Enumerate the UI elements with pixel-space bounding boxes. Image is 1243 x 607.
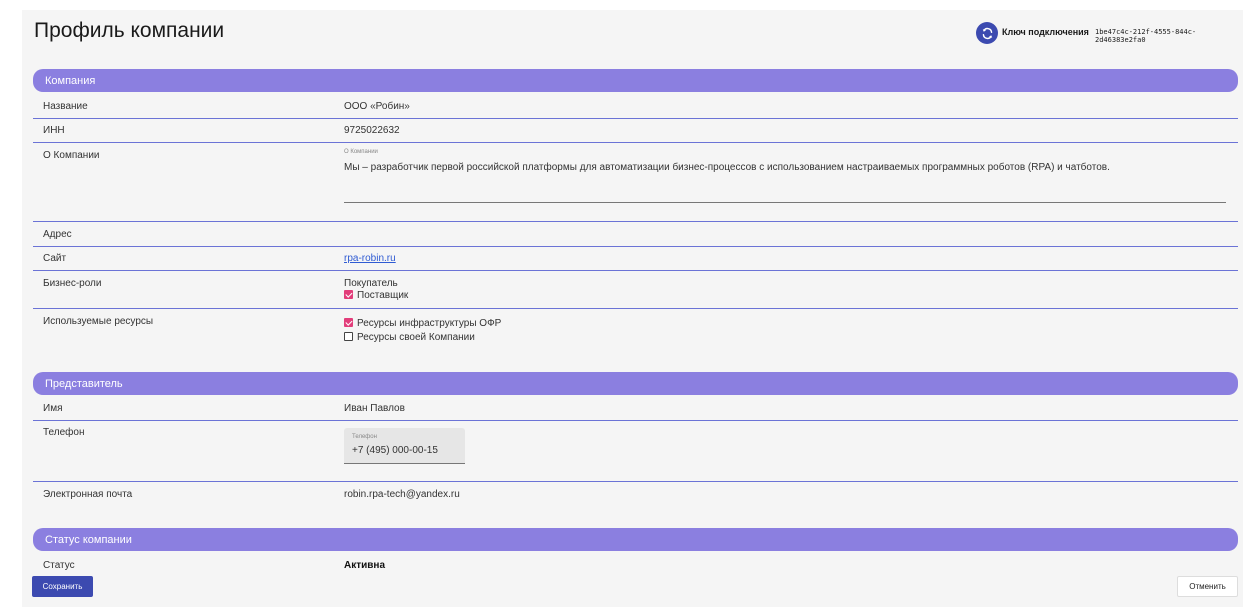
status-value: Активна: [344, 560, 386, 571]
checkbox-checked-icon: [344, 290, 353, 299]
save-button[interactable]: Сохранить: [32, 576, 93, 597]
refresh-icon: [982, 27, 992, 39]
resources-label: Используемые ресурсы: [43, 316, 154, 327]
role-supplier-label: Поставщик: [357, 290, 409, 301]
inn-label: ИНН: [43, 125, 65, 136]
representative-name-value: Иван Павлов: [344, 403, 405, 414]
page-title: Профиль компании: [34, 19, 225, 42]
about-field-caption: О Компании: [344, 149, 378, 155]
resource-infrastructure-label: Ресурсы инфраструктуры ОФР: [357, 318, 502, 329]
phone-label: Телефон: [43, 427, 85, 438]
about-label: О Компании: [43, 150, 100, 161]
company-profile-page: Профиль компании Ключ подключения 1be47c…: [22, 10, 1243, 607]
about-field-text: Мы – разработчик первой российской платф…: [344, 162, 1110, 173]
address-label: Адрес: [43, 229, 72, 240]
email-label: Электронная почта: [43, 489, 133, 500]
business-roles-label: Бизнес-роли: [43, 278, 102, 289]
resource-infrastructure-checkbox[interactable]: Ресурсы инфраструктуры ОФР: [344, 318, 501, 329]
cancel-button[interactable]: Отменить: [1177, 576, 1238, 597]
divider: [33, 481, 1238, 482]
about-company-textarea[interactable]: О Компании Мы – разработчик первой росси…: [344, 149, 1226, 203]
site-label: Сайт: [43, 253, 67, 264]
divider: [33, 118, 1238, 119]
email-value: robin.rpa-tech@yandex.ru: [344, 489, 460, 500]
divider: [33, 270, 1238, 271]
divider: [33, 142, 1238, 143]
checkbox-unchecked-icon: [344, 332, 353, 341]
divider: [33, 221, 1238, 222]
phone-field-caption: Телефон: [352, 434, 377, 440]
company-name-value: ООО «Робин»: [344, 101, 410, 112]
divider: [33, 420, 1238, 421]
phone-input[interactable]: Телефон +7 (495) 000-00-15: [344, 428, 465, 464]
resource-own-checkbox[interactable]: Ресурсы своей Компании: [344, 332, 475, 343]
divider: [33, 308, 1238, 309]
role-buyer-label: Покупатель: [344, 278, 398, 289]
section-header-company: Компания: [33, 69, 1238, 92]
site-link[interactable]: rpa-robin.ru: [344, 253, 396, 264]
connection-key-label: Ключ подключения: [1002, 27, 1089, 37]
company-name-label: Название: [43, 101, 88, 112]
section-header-representative: Представитель: [33, 372, 1238, 395]
section-header-status: Статус компании: [33, 528, 1238, 551]
refresh-connection-key-button[interactable]: [976, 22, 998, 44]
role-supplier-checkbox[interactable]: Поставщик: [344, 290, 408, 301]
connection-key-value: 1be47c4c-212f-4555-844c-2d46383e2fa0: [1095, 28, 1197, 44]
inn-value: 9725022632: [344, 125, 400, 136]
divider: [33, 246, 1238, 247]
representative-name-label: Имя: [43, 403, 63, 414]
status-label: Статус: [43, 560, 75, 571]
resource-own-label: Ресурсы своей Компании: [357, 332, 475, 343]
checkbox-checked-icon: [344, 318, 353, 327]
phone-field-text: +7 (495) 000-00-15: [352, 445, 438, 456]
